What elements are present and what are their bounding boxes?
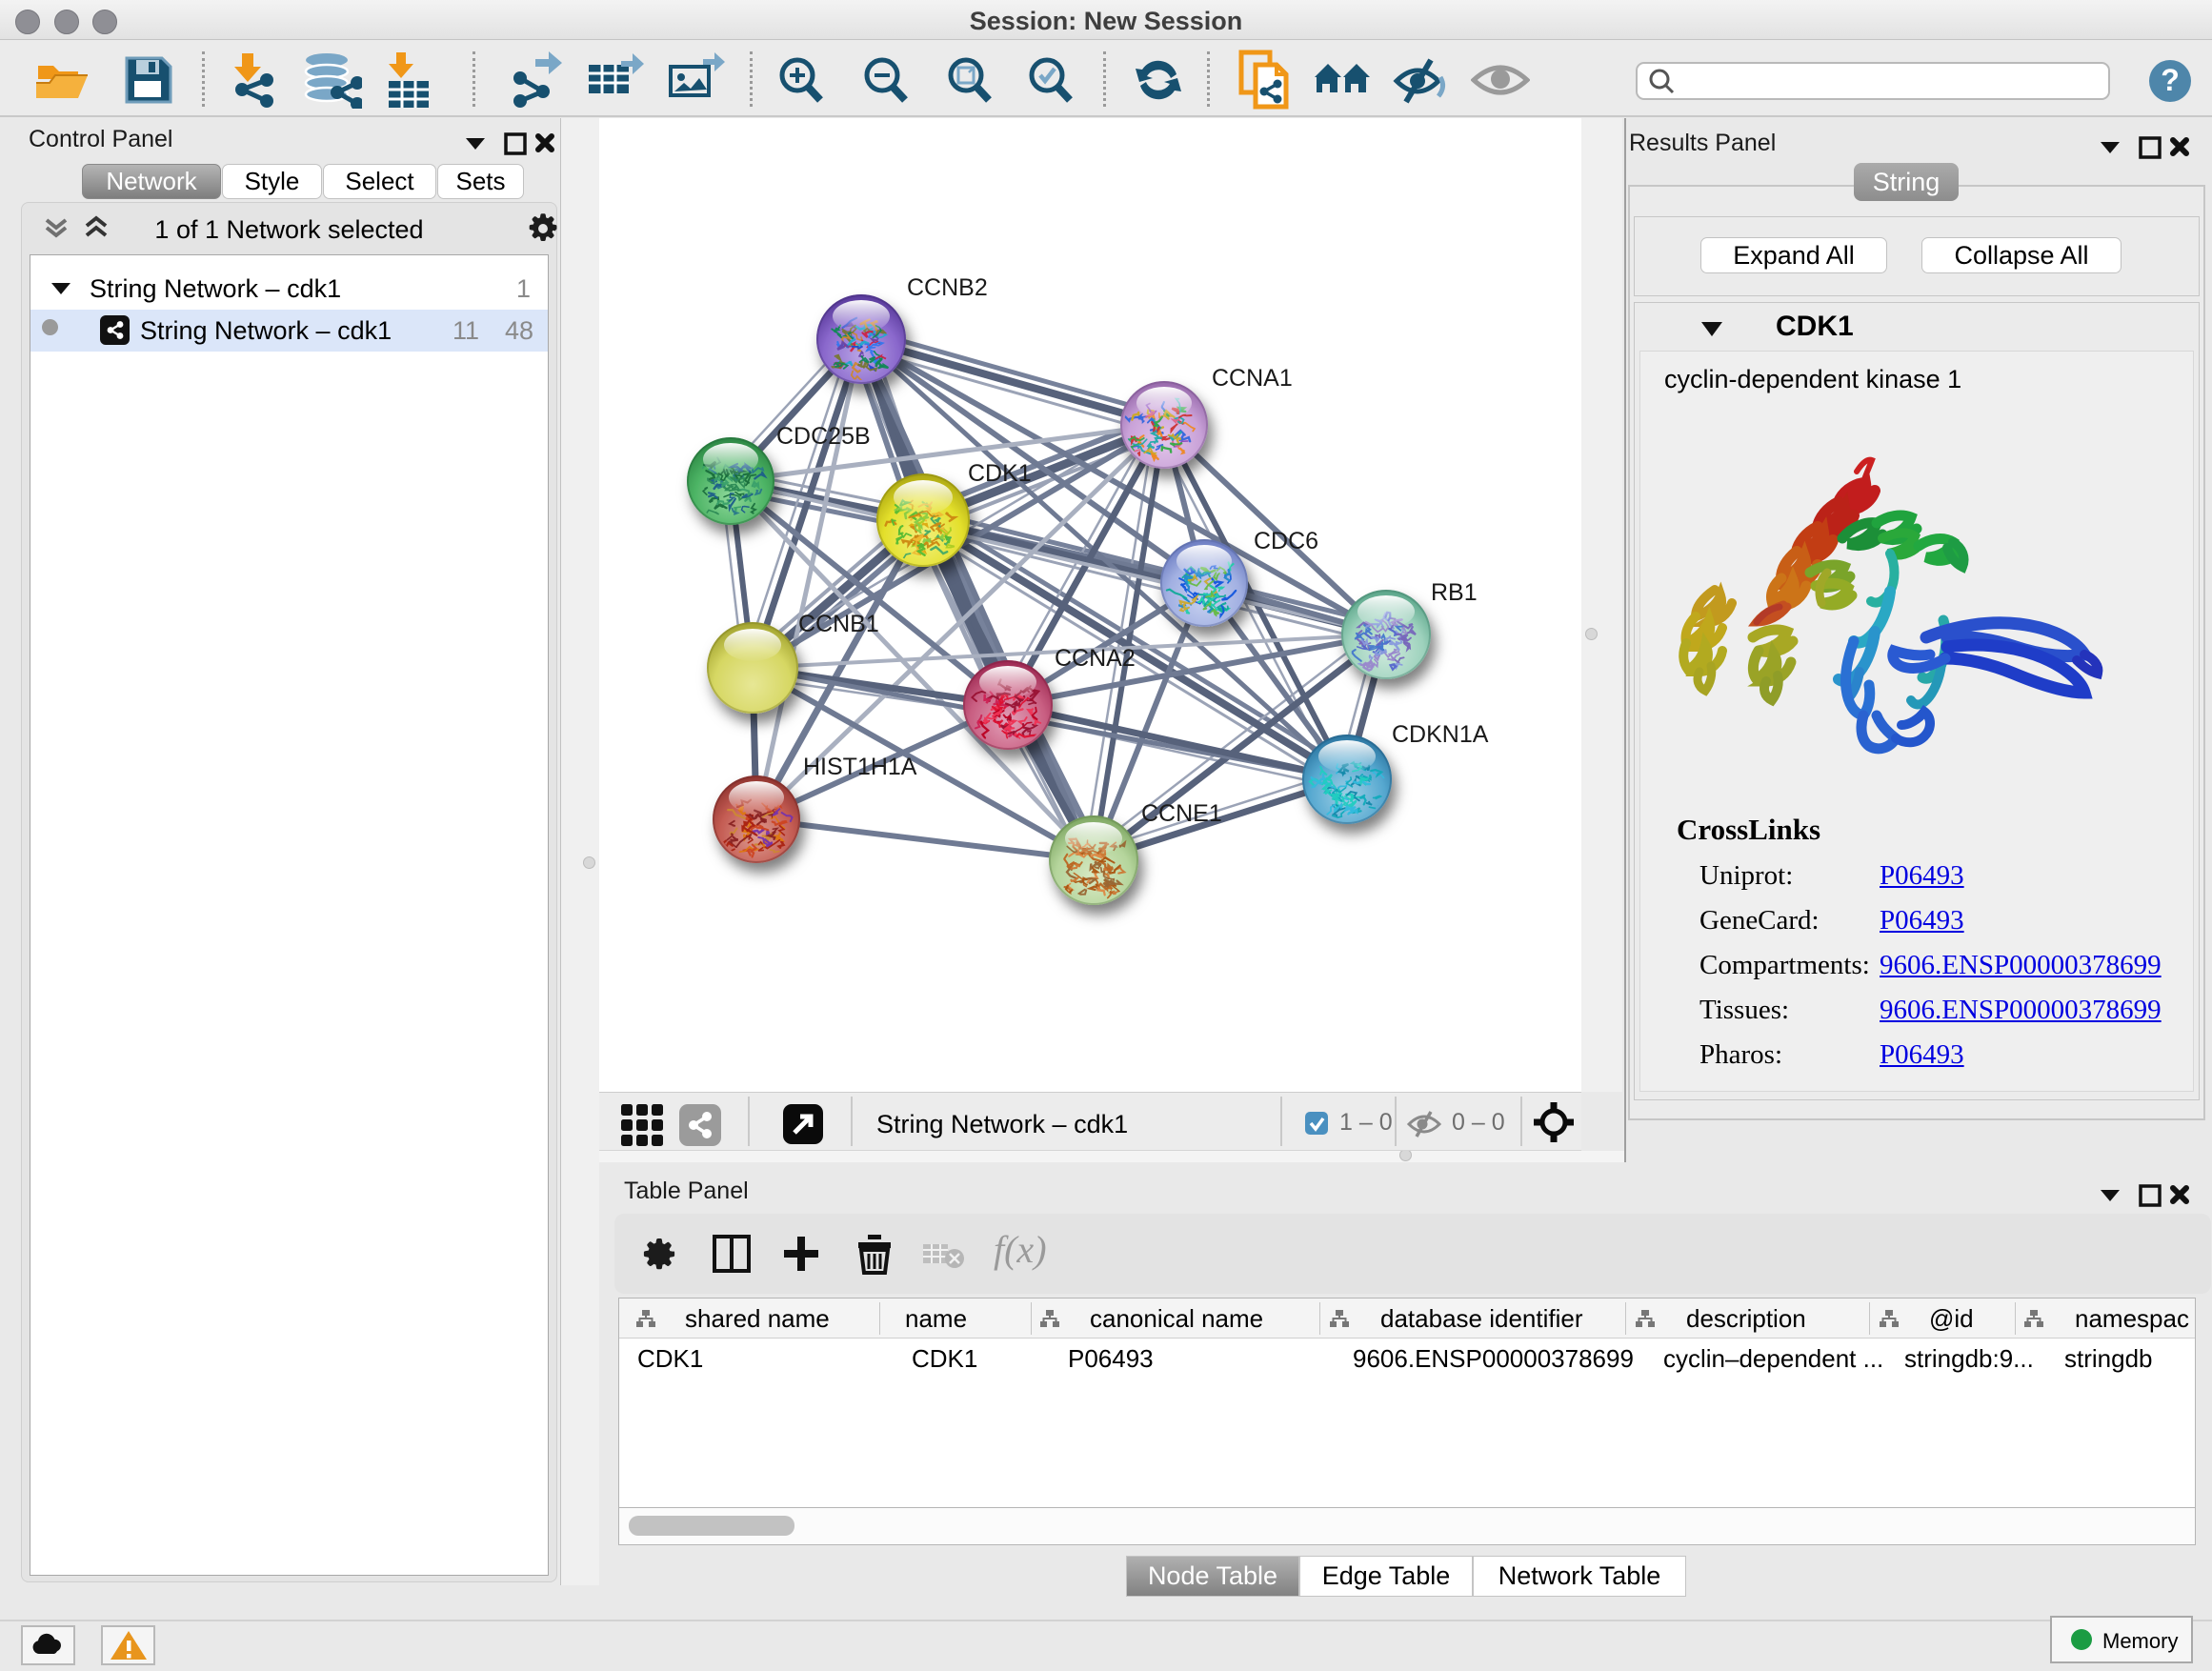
svg-text:CCNA1: CCNA1 <box>1212 365 1293 392</box>
svg-text:RB1: RB1 <box>1431 579 1478 606</box>
svg-text:CDKN1A: CDKN1A <box>1392 721 1489 748</box>
svg-text:CDK1: CDK1 <box>968 460 1032 487</box>
svg-text:CCNB2: CCNB2 <box>907 274 988 301</box>
svg-text:HIST1H1A: HIST1H1A <box>803 754 917 780</box>
svg-text:CDC25B: CDC25B <box>776 423 871 450</box>
svg-text:CCNA2: CCNA2 <box>1055 645 1136 672</box>
svg-text:CDC6: CDC6 <box>1254 528 1318 554</box>
svg-text:?: ? <box>2161 63 2180 97</box>
svg-text:CCNE1: CCNE1 <box>1141 800 1222 827</box>
svg-text:CCNB1: CCNB1 <box>798 611 879 637</box>
